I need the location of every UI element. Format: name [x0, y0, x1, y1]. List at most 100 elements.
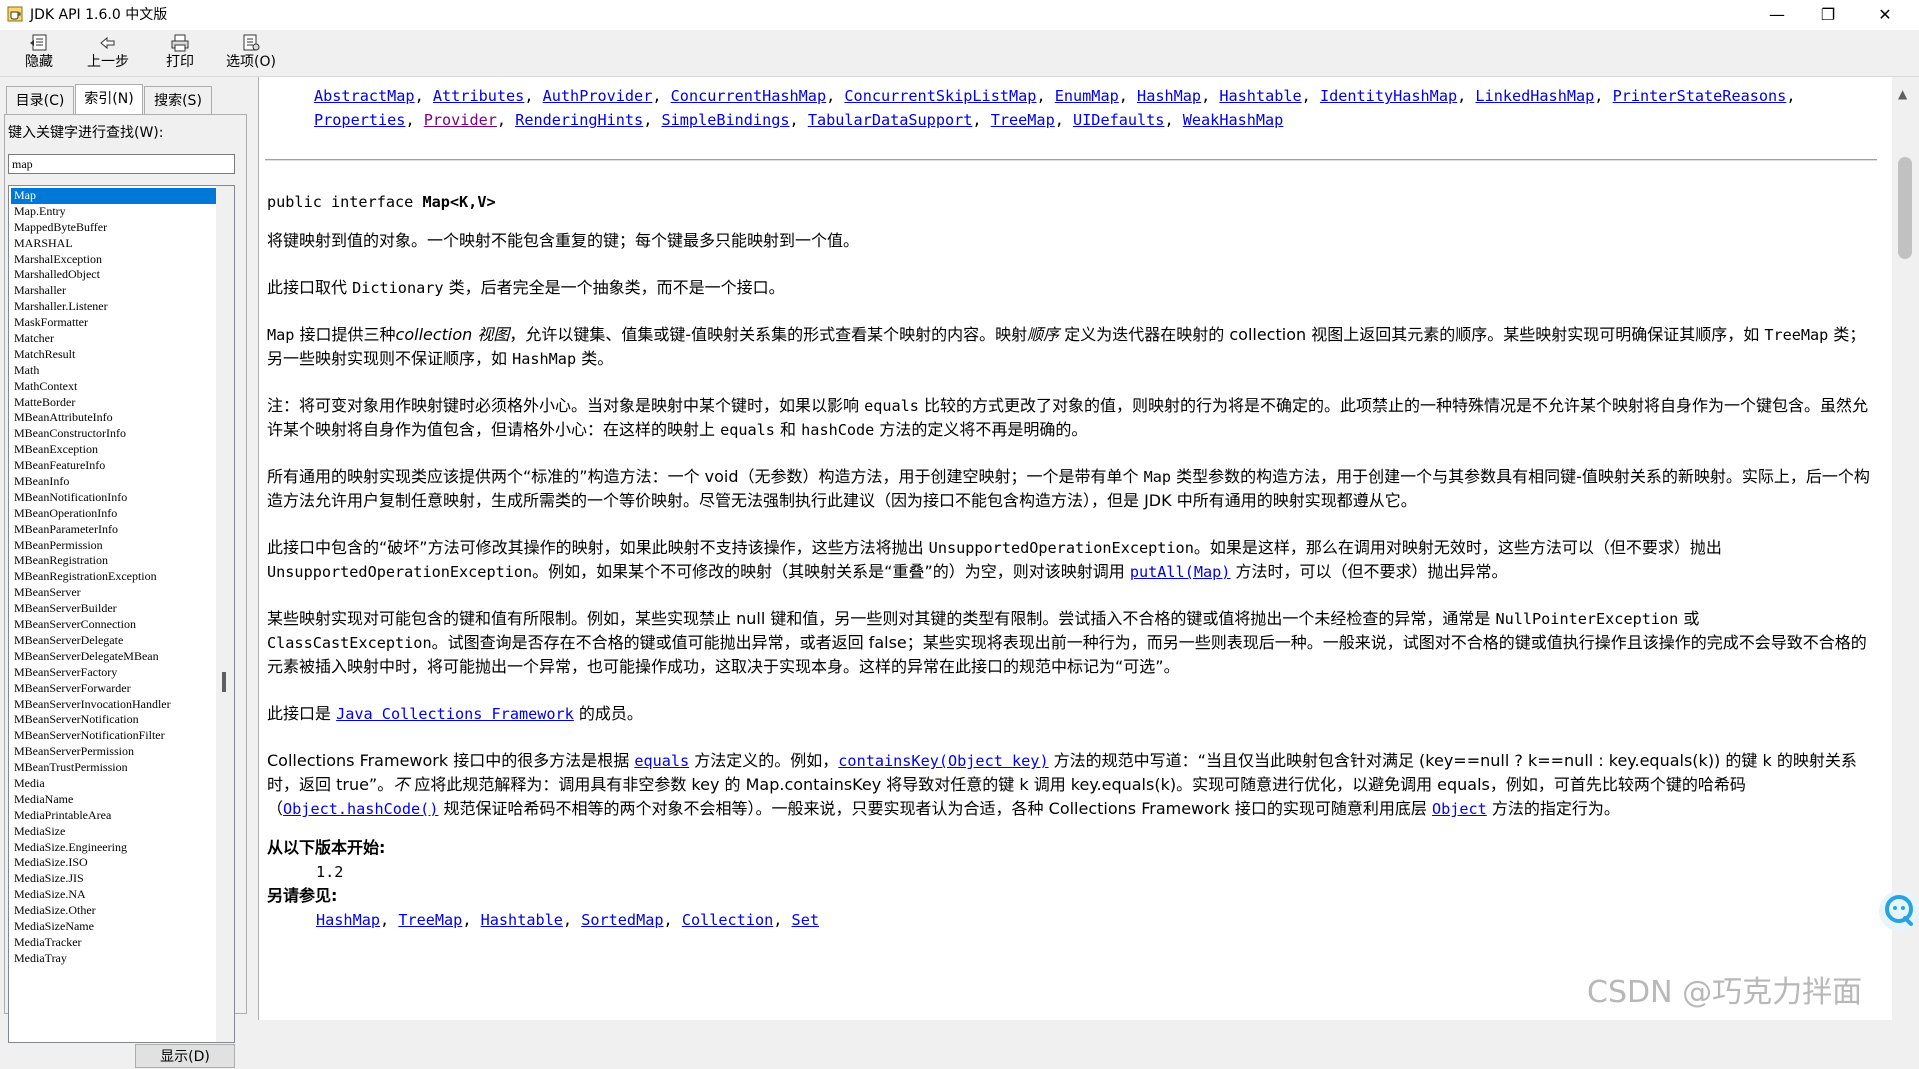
minimize-button[interactable]: —: [1754, 0, 1800, 30]
impl-class-link[interactable]: HashMap: [1137, 87, 1201, 105]
index-list-item[interactable]: MBeanServerConnection: [11, 617, 216, 633]
impl-class-link[interactable]: TreeMap: [991, 111, 1055, 129]
impl-class-link[interactable]: LinkedHashMap: [1475, 87, 1594, 105]
content-scrollbar[interactable]: ▲: [1892, 77, 1919, 1020]
index-list-item[interactable]: Math: [11, 363, 216, 379]
hashcode-link[interactable]: Object.hashCode(): [283, 800, 438, 818]
index-list-item[interactable]: MatteBorder: [11, 395, 216, 411]
index-list-item[interactable]: MaskFormatter: [11, 315, 216, 331]
index-list-item[interactable]: MARSHAL: [11, 236, 216, 252]
index-list-item[interactable]: MBeanServer: [11, 585, 216, 601]
impl-class-link[interactable]: TabularDataSupport: [808, 111, 973, 129]
index-list-item[interactable]: MBeanServerPermission: [11, 744, 216, 760]
impl-class-link[interactable]: Attributes: [433, 87, 524, 105]
index-list-item[interactable]: MatchResult: [11, 347, 216, 363]
impl-class-link[interactable]: AuthProvider: [543, 87, 653, 105]
see-also-link[interactable]: HashMap: [316, 911, 380, 929]
index-list-item[interactable]: MBeanServerNotificationFilter: [11, 728, 216, 744]
impl-class-link[interactable]: IdentityHashMap: [1320, 87, 1457, 105]
index-list-item[interactable]: MBeanServerForwarder: [11, 681, 216, 697]
index-list-item[interactable]: MBeanFeatureInfo: [11, 458, 216, 474]
impl-class-link[interactable]: RenderingHints: [515, 111, 643, 129]
content-scroll-thumb[interactable]: [1898, 157, 1912, 259]
index-list-item[interactable]: MediaSize.JIS: [11, 871, 216, 887]
show-button[interactable]: 显示(D): [135, 1044, 235, 1068]
impl-class-link[interactable]: Properties: [314, 111, 405, 129]
containskey-link[interactable]: containsKey(Object key): [838, 752, 1048, 770]
index-list-item[interactable]: MBeanServerNotification: [11, 712, 216, 728]
impl-class-link[interactable]: SimpleBindings: [662, 111, 790, 129]
index-list-item[interactable]: MBeanServerDelegate: [11, 633, 216, 649]
tab-index[interactable]: 索引(N): [75, 84, 143, 115]
index-list-item[interactable]: MBeanRegistrationException: [11, 569, 216, 585]
index-list-item[interactable]: MediaPrintableArea: [11, 808, 216, 824]
impl-class-link[interactable]: AbstractMap: [314, 87, 415, 105]
index-list-item[interactable]: MediaSize: [11, 824, 216, 840]
index-list-item[interactable]: MBeanConstructorInfo: [11, 426, 216, 442]
index-list-item[interactable]: MBeanServerInvocationHandler: [11, 697, 216, 713]
scroll-up-arrow-icon[interactable]: ▲: [1898, 87, 1907, 101]
hide-button[interactable]: 隐藏: [8, 32, 70, 74]
index-list-item[interactable]: MediaTracker: [11, 935, 216, 951]
chat-assistant-icon[interactable]: [1873, 888, 1919, 934]
index-list-item[interactable]: MBeanInfo: [11, 474, 216, 490]
index-list-item[interactable]: MBeanServerFactory: [11, 665, 216, 681]
index-list-item[interactable]: MarshalException: [11, 252, 216, 268]
equals-link[interactable]: equals: [634, 752, 689, 770]
index-list-item[interactable]: MediaSize.Other: [11, 903, 216, 919]
index-list-item[interactable]: Marshaller: [11, 283, 216, 299]
impl-class-link[interactable]: Provider: [424, 111, 497, 129]
index-list-item[interactable]: MBeanOperationInfo: [11, 506, 216, 522]
index-list-item[interactable]: MediaSize.NA: [11, 887, 216, 903]
index-list-item[interactable]: MBeanTrustPermission: [11, 760, 216, 776]
index-list-item[interactable]: MappedByteBuffer: [11, 220, 216, 236]
impl-class-link[interactable]: EnumMap: [1055, 87, 1119, 105]
impl-class-link[interactable]: ConcurrentHashMap: [671, 87, 826, 105]
see-also-link[interactable]: TreeMap: [398, 911, 462, 929]
see-also-link[interactable]: Set: [792, 911, 819, 929]
index-list-item[interactable]: MBeanParameterInfo: [11, 522, 216, 538]
tab-search[interactable]: 搜索(S): [144, 86, 212, 114]
maximize-button[interactable]: ❐: [1805, 0, 1851, 30]
index-list[interactable]: Map Map.Entry MappedByteBuffer MARSHAL Marsh…: [8, 185, 235, 1043]
options-label: 选项(O): [226, 54, 276, 70]
impl-class-link[interactable]: UIDefaults: [1073, 111, 1164, 129]
index-list-item[interactable]: MBeanException: [11, 442, 216, 458]
impl-class-link[interactable]: Hashtable: [1219, 87, 1301, 105]
index-list-item[interactable]: MBeanServerDelegateMBean: [11, 649, 216, 665]
index-list-item[interactable]: MediaSize.Engineering: [11, 840, 216, 856]
index-list-item[interactable]: MBeanAttributeInfo: [11, 410, 216, 426]
index-list-item[interactable]: MBeanPermission: [11, 538, 216, 554]
options-button[interactable]: 选项(O): [220, 32, 282, 74]
index-list-item[interactable]: MediaTray: [11, 951, 216, 967]
object-link[interactable]: Object: [1432, 800, 1487, 818]
impl-class-link[interactable]: WeakHashMap: [1183, 111, 1284, 129]
keyword-search-input[interactable]: [8, 154, 235, 174]
index-list-item[interactable]: MBeanNotificationInfo: [11, 490, 216, 506]
close-button[interactable]: ✕: [1862, 0, 1908, 30]
index-list-item[interactable]: Map: [11, 188, 216, 204]
index-list-item[interactable]: Marshaller.Listener: [11, 299, 216, 315]
see-also-link[interactable]: SortedMap: [581, 911, 663, 929]
index-list-scrollbar[interactable]: [216, 186, 234, 1042]
back-button[interactable]: 上一步: [77, 32, 139, 74]
index-list-item[interactable]: MediaSize.ISO: [11, 855, 216, 871]
index-list-item[interactable]: MediaSizeName: [11, 919, 216, 935]
index-list-item[interactable]: Matcher: [11, 331, 216, 347]
putall-link[interactable]: putAll(Map): [1130, 563, 1231, 581]
index-scroll-thumb[interactable]: [222, 672, 226, 692]
see-also-link[interactable]: Hashtable: [481, 911, 563, 929]
index-list-item[interactable]: Map.Entry: [11, 204, 216, 220]
collections-framework-link[interactable]: Java Collections Framework: [336, 705, 574, 723]
index-list-item[interactable]: MBeanRegistration: [11, 553, 216, 569]
tab-contents[interactable]: 目录(C): [6, 86, 74, 114]
print-button[interactable]: 打印: [149, 32, 211, 74]
impl-class-link[interactable]: ConcurrentSkipListMap: [844, 87, 1036, 105]
index-list-item[interactable]: MediaName: [11, 792, 216, 808]
index-list-item[interactable]: MarshalledObject: [11, 267, 216, 283]
see-also-link[interactable]: Collection: [682, 911, 773, 929]
impl-class-link[interactable]: PrinterStateReasons: [1613, 87, 1787, 105]
index-list-item[interactable]: MathContext: [11, 379, 216, 395]
index-list-item[interactable]: Media: [11, 776, 216, 792]
index-list-item[interactable]: MBeanServerBuilder: [11, 601, 216, 617]
